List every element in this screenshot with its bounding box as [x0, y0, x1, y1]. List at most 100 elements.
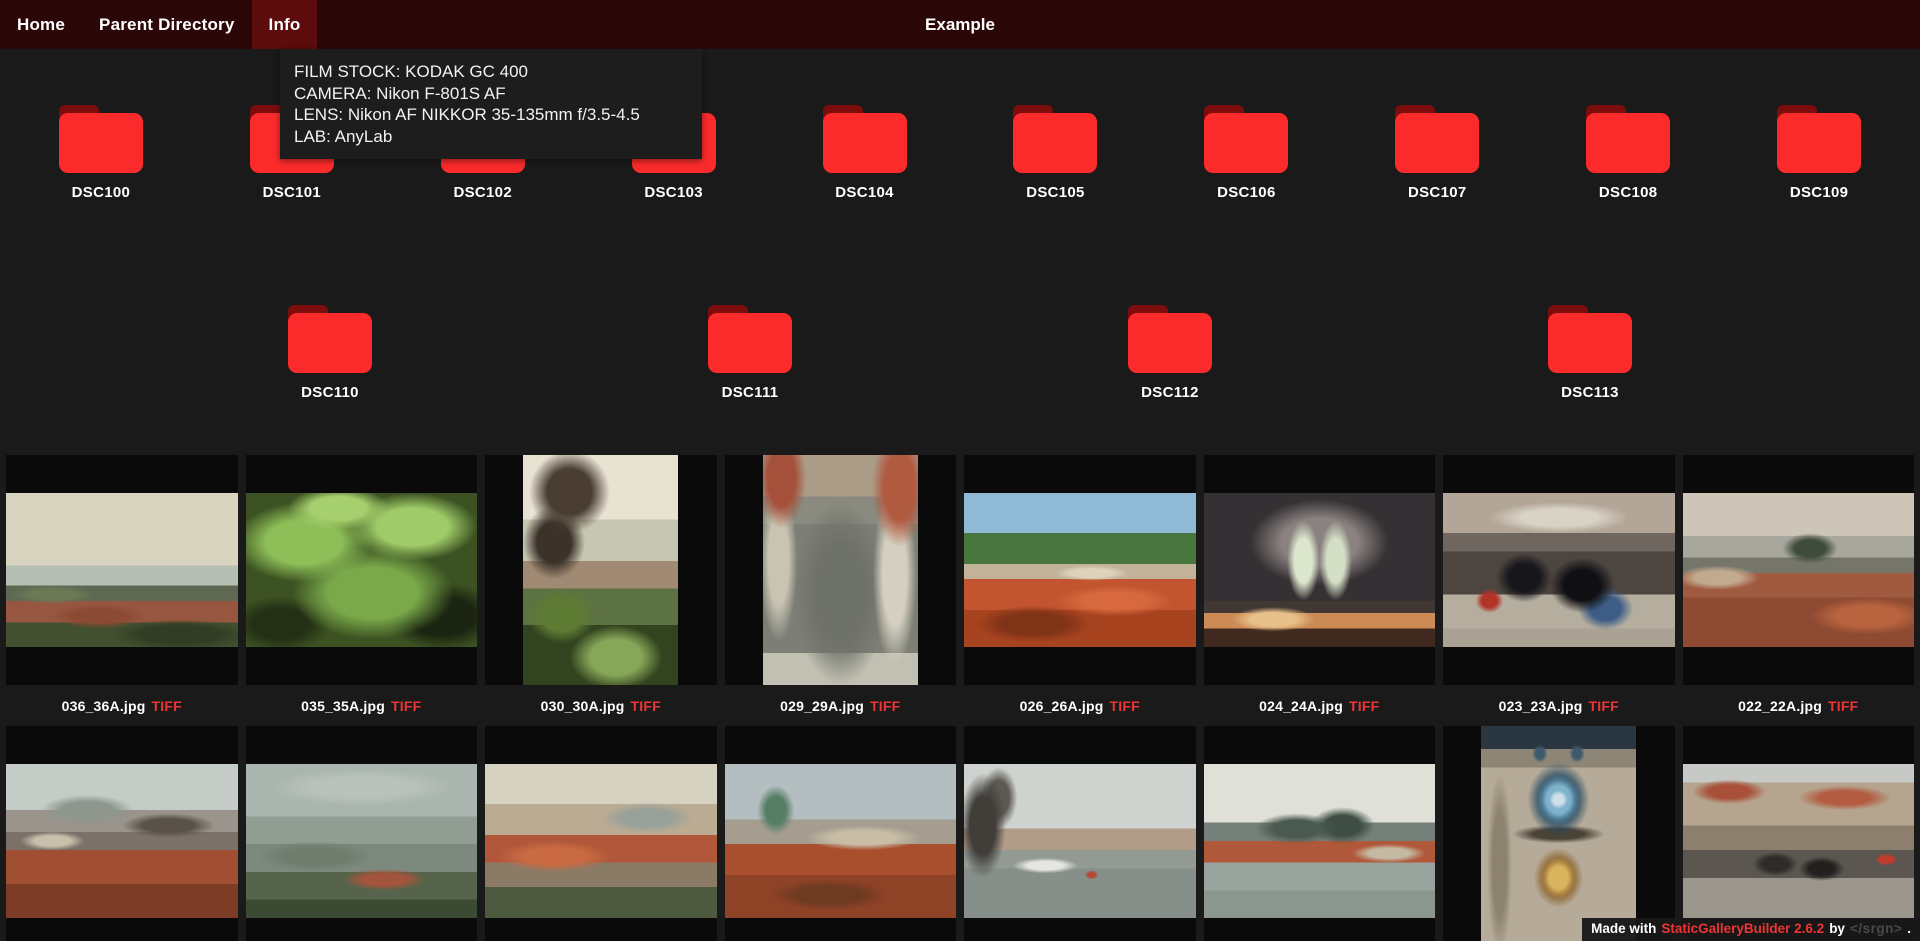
thumbnail[interactable]	[1682, 455, 1914, 685]
folder-item[interactable]: DSC105	[965, 105, 1145, 207]
thumbnail[interactable]	[245, 455, 477, 685]
folder-item[interactable]: DSC110	[240, 305, 420, 407]
gallery-item: 023_23A.jpg TIFF	[1443, 455, 1675, 726]
folder-item[interactable]: DSC104	[775, 105, 955, 207]
tiff-link[interactable]: TIFF	[152, 698, 182, 714]
folder-item[interactable]: DSC109	[1729, 105, 1909, 207]
thumbnail[interactable]	[6, 455, 238, 685]
folder-icon	[58, 105, 143, 173]
thumbnail[interactable]	[1682, 726, 1914, 941]
watermark-suffix: .	[1907, 921, 1911, 936]
thumbnail-image[interactable]	[6, 493, 238, 647]
thumbnail-caption: 030_30A.jpg TIFF	[485, 685, 717, 726]
thumbnail-image[interactable]	[523, 455, 679, 685]
image-filename: 026_26A.jpg	[1019, 697, 1104, 714]
image-filename: 036_36A.jpg	[61, 697, 146, 714]
image-filename: 022_22A.jpg	[1738, 697, 1823, 714]
tiff-link[interactable]: TIFF	[1828, 698, 1858, 714]
gallery-item	[964, 726, 1196, 941]
folder-icon	[1128, 305, 1212, 373]
image-filename: 029_29A.jpg	[780, 697, 865, 714]
thumbnail-image[interactable]	[485, 764, 717, 918]
tiff-link[interactable]: TIFF	[870, 698, 900, 714]
folder-label: DSC104	[835, 184, 894, 201]
folder-label: DSC106	[1217, 184, 1276, 201]
thumbnail-image[interactable]	[245, 764, 477, 918]
tiff-link[interactable]: TIFF	[1110, 698, 1140, 714]
folder-label: DSC100	[71, 184, 131, 201]
thumbnail[interactable]	[1203, 455, 1435, 685]
folder-icon	[1013, 105, 1098, 173]
folder-icon	[1548, 305, 1632, 373]
nav-link-home[interactable]: Home	[0, 0, 82, 49]
folder-label: DSC108	[1598, 184, 1658, 201]
thumbnail-image[interactable]	[1443, 493, 1675, 647]
thumbnail-image[interactable]	[1203, 493, 1435, 647]
folder-item[interactable]: DSC106	[1156, 105, 1336, 207]
folder-icon	[1586, 105, 1671, 173]
nav-link-info[interactable]: Info	[251, 0, 318, 49]
thumbnail-image[interactable]	[964, 764, 1196, 918]
folder-item[interactable]: DSC107	[1347, 105, 1527, 207]
srgn-logo[interactable]: </srgn>	[1850, 921, 1902, 936]
thumbnail[interactable]	[1203, 726, 1435, 941]
thumbnail[interactable]	[485, 455, 717, 685]
tiff-link[interactable]: TIFF	[391, 698, 421, 714]
tiff-link[interactable]: TIFF	[631, 698, 661, 714]
thumbnail[interactable]	[964, 726, 1196, 941]
thumbnail[interactable]	[1443, 726, 1675, 941]
watermark-product: StaticGalleryBuilder 2.6.2	[1661, 921, 1825, 936]
folder-label: DSC105	[1026, 184, 1085, 201]
thumbnail-image[interactable]	[1481, 726, 1637, 941]
thumbnail-caption: 036_36A.jpg TIFF	[6, 685, 238, 726]
folder-icon	[1204, 105, 1289, 173]
image-filename: 024_24A.jpg	[1259, 697, 1344, 714]
gallery-item: 036_36A.jpg TIFF	[6, 455, 238, 726]
watermark-prefix: Made with	[1591, 921, 1657, 936]
folder-item[interactable]: DSC100	[11, 105, 191, 207]
thumbnail-image[interactable]	[1203, 764, 1435, 918]
folder-item[interactable]: DSC113	[1500, 305, 1680, 407]
thumbnail-image[interactable]	[1682, 764, 1914, 918]
image-filename: 030_30A.jpg	[540, 697, 625, 714]
thumbnail[interactable]	[964, 455, 1196, 685]
tiff-link[interactable]: TIFF	[1349, 698, 1379, 714]
thumbnail-image[interactable]	[245, 493, 477, 647]
thumbnail-caption: 024_24A.jpg TIFF	[1204, 685, 1436, 726]
gallery-item: 022_22A.jpg TIFF	[1682, 455, 1915, 726]
thumbnail-caption: 026_26A.jpg TIFF	[964, 685, 1196, 726]
info-line: LENS: Nikon AF NIKKOR 35-135mm f/3.5-4.5	[294, 105, 640, 124]
folder-label: DSC110	[301, 384, 359, 401]
info-line: LAB: AnyLab	[294, 126, 393, 146]
thumbnail[interactable]	[1443, 455, 1675, 685]
thumbnail-image[interactable]	[964, 493, 1196, 647]
thumbnail-caption: 022_22A.jpg TIFF	[1683, 685, 1915, 726]
thumbnail-image[interactable]	[762, 455, 918, 685]
thumbnail-caption: 035_35A.jpg TIFF	[246, 685, 478, 726]
tiff-link[interactable]: TIFF	[1589, 698, 1619, 714]
folder-item[interactable]: DSC111	[660, 305, 840, 407]
gallery-item	[1203, 726, 1435, 941]
thumbnail-image[interactable]	[1682, 493, 1914, 647]
gallery-item	[6, 726, 238, 941]
thumbnail-image[interactable]	[724, 764, 956, 918]
thumbnail[interactable]	[485, 726, 717, 941]
image-filename: 023_23A.jpg	[1498, 697, 1583, 714]
top-navbar: Home Parent Directory Info Example	[0, 0, 1920, 49]
folder-icon	[708, 305, 792, 373]
folder-label: DSC102	[453, 184, 512, 201]
thumbnail[interactable]	[724, 726, 956, 941]
thumbnail[interactable]	[724, 455, 956, 685]
thumbnail[interactable]	[245, 726, 477, 941]
gallery-item	[724, 726, 956, 941]
thumbnail[interactable]	[6, 726, 238, 941]
nav-link-parent-directory[interactable]: Parent Directory	[82, 0, 251, 49]
folder-item[interactable]: DSC108	[1538, 105, 1718, 207]
thumbnail-image[interactable]	[6, 764, 238, 918]
folder-icon	[1395, 105, 1480, 173]
gallery-item: 030_30A.jpg TIFF	[485, 455, 717, 726]
folder-label: DSC113	[1561, 384, 1619, 401]
folder-item[interactable]: DSC112	[1080, 305, 1260, 407]
folder-label: DSC111	[721, 384, 779, 401]
gallery-item: 029_29A.jpg TIFF	[724, 455, 956, 726]
